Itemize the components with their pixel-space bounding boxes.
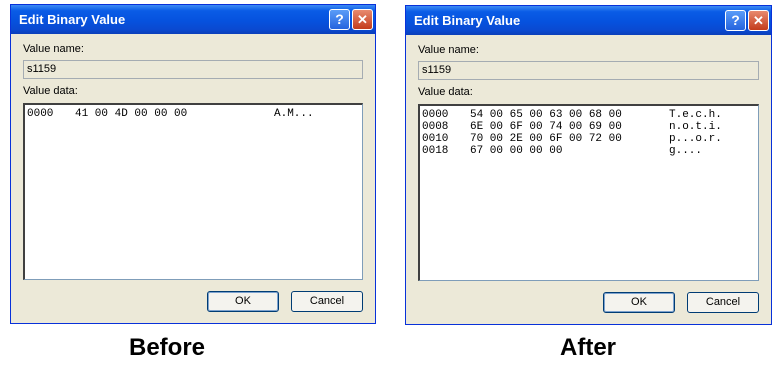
row-ascii: A.M... [274, 108, 314, 120]
hex-row: 0008 6E 00 6F 00 74 00 69 00 n.o.t.i. [422, 121, 756, 133]
dialog-title: Edit Binary Value [414, 13, 521, 28]
row-ascii: n.o.t.i. [669, 121, 722, 133]
title-bar[interactable]: Edit Binary Value ? ✕ [406, 6, 771, 35]
close-icon[interactable]: ✕ [352, 9, 373, 30]
close-icon[interactable]: ✕ [748, 10, 769, 31]
cancel-button[interactable]: Cancel [687, 292, 759, 313]
row-address: 0000 [27, 108, 54, 120]
row-bytes: 67 00 00 00 00 [470, 145, 563, 157]
value-name-label: Value name: [23, 43, 84, 55]
row-address: 0010 [422, 133, 449, 145]
value-data-label: Value data: [23, 85, 78, 97]
caption-after: After [560, 334, 617, 361]
row-address: 0000 [422, 109, 449, 121]
edit-binary-dialog-before: Edit Binary Value ? ✕ Value name: s1159 … [10, 4, 376, 324]
value-data-editor[interactable]: 0000 41 00 4D 00 00 00 A.M... [23, 103, 363, 280]
caption-before: Before [129, 334, 206, 361]
ok-button[interactable]: OK [603, 292, 675, 313]
row-bytes: 54 00 65 00 63 00 68 00 [470, 109, 622, 121]
value-name-label: Value name: [418, 44, 479, 56]
row-ascii: p...o.r. [669, 133, 722, 145]
row-bytes: 6E 00 6F 00 74 00 69 00 [470, 121, 622, 133]
cancel-button[interactable]: Cancel [291, 291, 363, 312]
value-name-field: s1159 [23, 60, 363, 79]
edit-binary-dialog-after: Edit Binary Value ? ✕ Value name: s1159 … [405, 5, 772, 325]
row-ascii: g.... [669, 145, 703, 157]
row-bytes: 70 00 2E 00 6F 00 72 00 [470, 133, 622, 145]
row-address: 0008 [422, 121, 449, 133]
value-data-label: Value data: [418, 86, 473, 98]
hex-row: 0000 54 00 65 00 63 00 68 00 T.e.c.h. [422, 109, 756, 121]
value-name-field: s1159 [418, 61, 759, 80]
title-bar[interactable]: Edit Binary Value ? ✕ [11, 5, 375, 34]
ok-button[interactable]: OK [207, 291, 279, 312]
row-address: 0018 [422, 145, 449, 157]
value-data-editor[interactable]: 0000 54 00 65 00 63 00 68 00 T.e.c.h. 00… [418, 104, 759, 281]
row-ascii: T.e.c.h. [669, 109, 722, 121]
hex-row: 0018 67 00 00 00 00 g.... [422, 145, 756, 157]
hex-row: 0000 41 00 4D 00 00 00 A.M... [27, 108, 360, 120]
hex-row: 0010 70 00 2E 00 6F 00 72 00 p...o.r. [422, 133, 756, 145]
row-bytes: 41 00 4D 00 00 00 [75, 108, 188, 120]
dialog-title: Edit Binary Value [19, 12, 126, 27]
help-icon[interactable]: ? [725, 10, 746, 31]
help-icon[interactable]: ? [329, 9, 350, 30]
